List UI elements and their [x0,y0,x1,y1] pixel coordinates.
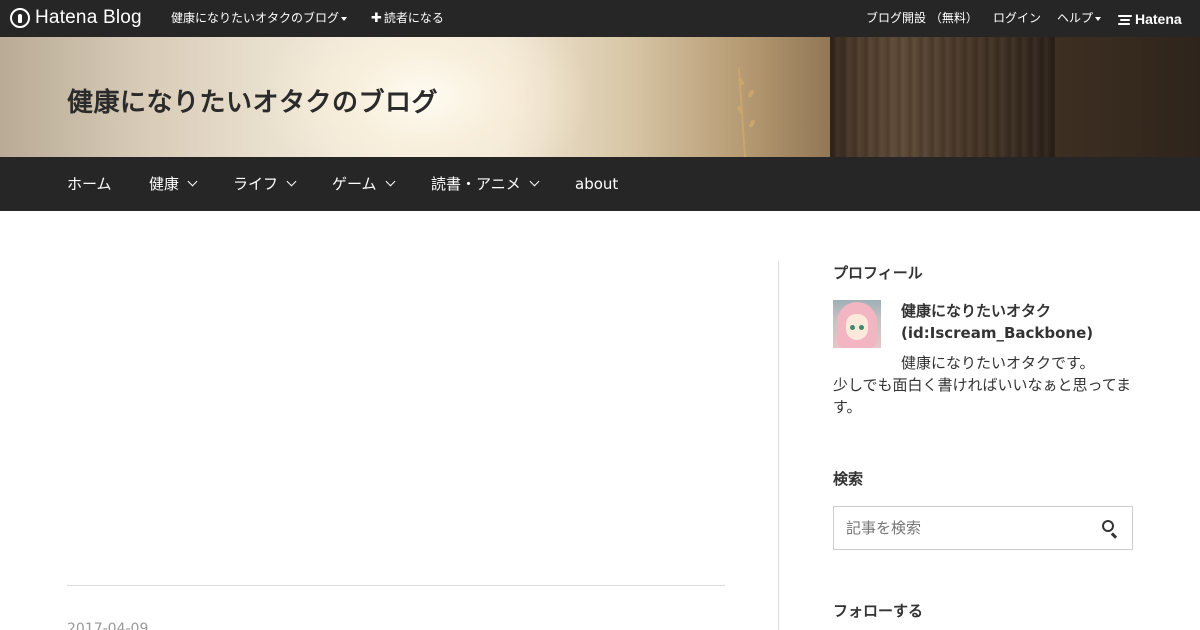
hatena-global-header: Hatena Blog 健康になりたいオタクのブログ ✚ 読者になる ブログ開設 … [0,0,1200,37]
blog-title-link[interactable]: 健康になりたいオタクのブログ [67,82,438,119]
nav-item-game[interactable]: ゲーム [332,157,396,211]
main-content: 2017-04-09 [67,211,725,630]
nav-item-health[interactable]: 健康 [149,157,198,211]
profile-avatar[interactable] [833,300,881,348]
nav-item-books-anime[interactable]: 読書・アニメ [431,157,540,211]
nav-item-label: 健康 [149,175,180,193]
nav-item-label: 読書・アニメ [431,175,521,193]
chevron-down-icon [385,176,396,187]
hatena-brand-text: Hatena [1135,10,1182,27]
search-icon [1102,520,1114,532]
profile-user-id: (id:Iscream_Backbone) [901,324,1094,342]
profile-description-line1: 健康になりたいオタクです。 [901,354,1095,372]
nav-item-label: ライフ [233,175,279,193]
sidebar-divider [778,261,779,630]
search-button[interactable] [1086,507,1132,549]
caret-down-icon [341,16,348,21]
nav-item-about[interactable]: about [575,157,618,211]
nav-item-home[interactable]: ホーム [67,157,112,211]
help-dropdown[interactable]: ヘルプ [1057,0,1102,37]
plus-icon: ✚ [371,11,382,26]
open-blog-link[interactable]: ブログ開設 （無料） [866,0,978,37]
subscribe-button[interactable]: ✚ 読者になる [371,0,444,37]
entry-date-link[interactable]: 2017-04-09 [67,621,148,630]
search-form [833,506,1133,550]
profile-name-link[interactable]: 健康になりたいオタク (id:Iscream_Backbone) [901,300,1093,344]
nav-item-life[interactable]: ライフ [233,157,297,211]
hatena-blog-logo[interactable]: Hatena Blog [10,7,142,29]
hatena-blog-logo-icon [10,8,30,28]
follow-heading: フォローする [833,602,924,620]
search-input[interactable] [834,507,1084,549]
chevron-down-icon [286,176,297,187]
nav-item-label: ホーム [67,175,112,193]
help-label: ヘルプ [1057,11,1094,25]
profile-heading: プロフィール [833,264,923,282]
category-nav: ホーム 健康 ライフ ゲーム 読書・アニメ about [0,157,1200,211]
search-heading: 検索 [833,470,864,488]
nav-item-label: about [575,175,619,193]
chevron-down-icon [529,176,540,187]
login-link[interactable]: ログイン [993,0,1041,37]
profile-display-name: 健康になりたいオタク [901,302,1052,320]
hatena-brand-link[interactable]: Hatena [1118,0,1182,37]
profile-description-line2: 少しでも面白く書ければいいなぁと思ってます。 [833,376,1132,416]
caret-down-icon [1095,16,1102,21]
blog-menu-label: 健康になりたいオタクのブログ [171,11,340,25]
blog-header: 健康になりたいオタクのブログ [0,37,1200,157]
subscribe-label: 読者になる [383,11,444,25]
hatena-blog-logo-text: Hatena Blog [35,7,142,28]
blog-menu-dropdown[interactable]: 健康になりたいオタクのブログ [171,0,348,37]
header-wood-post-image [830,37,1055,157]
entry-divider [67,585,725,586]
chevron-down-icon [187,176,198,187]
nav-item-label: ゲーム [332,175,377,193]
hatena-wave-icon [1118,14,1132,25]
header-grass-decoration [736,67,756,157]
